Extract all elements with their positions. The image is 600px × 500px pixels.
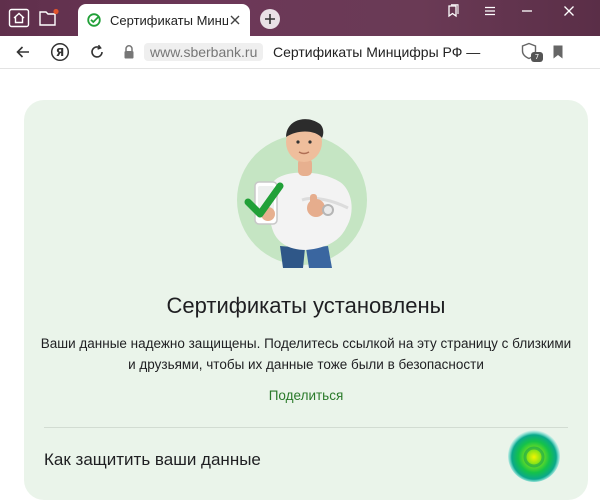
card-description: Ваши данные надежно защищены. Поделитесь… — [40, 336, 572, 372]
web-page: Сертификаты установлены Ваши данные наде… — [0, 69, 600, 500]
svg-text:Я: Я — [56, 46, 64, 59]
protect-button[interactable]: 7 — [518, 40, 543, 62]
site-info-button[interactable] — [118, 41, 140, 63]
home-button[interactable] — [6, 5, 32, 31]
close-icon — [230, 15, 240, 25]
reload-icon — [91, 44, 103, 58]
menu-button[interactable] — [473, 0, 507, 22]
url-domain[interactable]: www.sberbank.ru — [144, 43, 264, 61]
lock-icon — [124, 45, 134, 59]
close-icon — [564, 6, 574, 16]
minimize-icon — [522, 10, 532, 12]
folder-icon — [39, 8, 59, 26]
yandex-icon: Я — [50, 42, 70, 62]
new-folder-button[interactable] — [36, 5, 62, 31]
divider — [44, 427, 568, 428]
arrow-left-icon — [16, 46, 29, 58]
yandex-button[interactable]: Я — [49, 41, 71, 63]
tab-title: Сертификаты Минцифр — [110, 12, 228, 28]
address-toolbar: Я www.sberbank.ru Сертификаты Минцифры Р… — [0, 36, 600, 69]
bookmark-icon — [553, 45, 563, 59]
protect-badge: 7 — [531, 52, 543, 62]
hero-illustration — [237, 119, 367, 268]
home-icon — [8, 8, 30, 28]
browser-tab-strip: Сертификаты Минцифр — [0, 0, 600, 36]
bookmarks-panel-icon — [448, 4, 459, 18]
bookmark-button[interactable] — [547, 41, 569, 63]
card-title: Сертификаты установлены — [166, 293, 446, 318]
reload-button[interactable] — [86, 41, 108, 63]
green-orb-image — [508, 430, 560, 482]
tab-close-button[interactable] — [228, 13, 242, 27]
plus-icon — [265, 14, 275, 24]
bookmarks-panel-button[interactable] — [436, 0, 470, 22]
sber-logo-icon — [87, 13, 101, 27]
page-title-in-omnibox[interactable]: Сертификаты Минцифры РФ — — [273, 43, 488, 61]
close-window-button[interactable] — [552, 0, 586, 22]
section-title[interactable]: Как защитить ваши данные — [44, 450, 261, 470]
hamburger-icon — [485, 6, 495, 16]
share-link[interactable]: Поделиться — [24, 388, 588, 403]
new-tab-button[interactable] — [260, 9, 280, 29]
certificates-card: Сертификаты установлены Ваши данные наде… — [24, 100, 588, 500]
back-button[interactable] — [12, 41, 34, 63]
minimize-button[interactable] — [510, 0, 544, 22]
active-tab[interactable]: Сертификаты Минцифр — [78, 4, 250, 36]
